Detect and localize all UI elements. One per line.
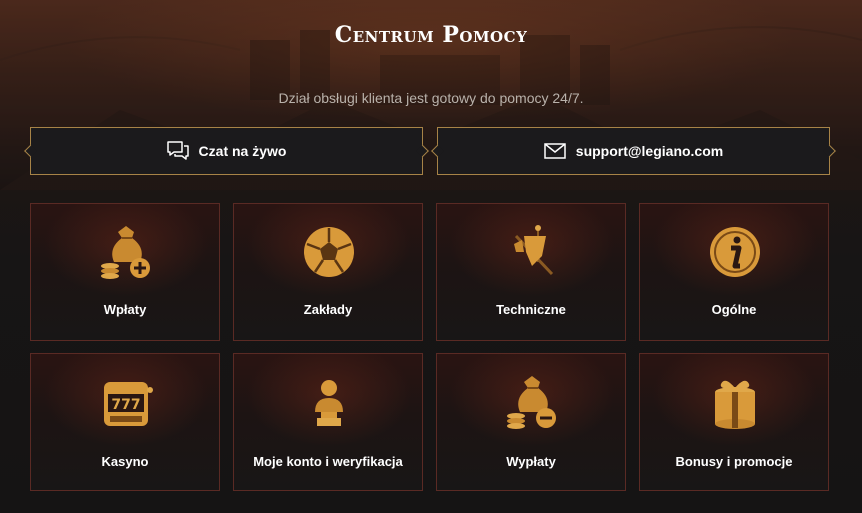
category-label: Kasyno [101,454,149,469]
category-tile-bonuses-promotions[interactable]: Bonusy i promocje [639,353,829,491]
email-support-button[interactable]: support@legiano.com [437,127,830,175]
envelope-icon [544,143,566,159]
category-label: Wypłaty [506,454,556,469]
category-label: Techniczne [496,302,566,317]
money-bag-minus-icon [507,376,556,429]
category-label: Bonusy i promocje [675,454,793,469]
category-tile-technical[interactable]: Techniczne [436,203,626,341]
category-label: Wpłaty [103,302,147,317]
slot-machine-icon: 777 [104,382,153,426]
page-title: Centrum Pomocy [334,22,528,48]
help-center-page: Centrum Pomocy Dział obsługi klienta jes… [0,0,862,513]
category-tile-casino[interactable]: 777 Kasyno [30,353,220,491]
category-label: Ogólne [711,302,757,317]
bust-statue-icon [315,380,343,426]
gift-box-icon [715,380,755,429]
category-tile-withdrawals[interactable]: Wypłaty [436,353,626,491]
football-icon [304,227,354,277]
banner-flag-icon [514,225,554,276]
category-tile-deposits[interactable]: Wpłaty [30,203,220,341]
svg-text:777: 777 [111,397,140,413]
support-availability-text: Dział obsługi klienta jest gotowy do pom… [278,90,584,106]
category-tile-bets[interactable]: Zakłady [233,203,423,341]
category-tile-general[interactable]: Ogólne [639,203,829,341]
money-bag-plus-icon [101,226,150,279]
info-coin-icon [710,227,760,277]
chat-bubbles-icon [166,141,189,160]
live-chat-button[interactable]: Czat na żywo [30,127,423,175]
category-tile-account-verification[interactable]: Moje konto i weryfikacja [233,353,423,491]
email-address-label: support@legiano.com [575,143,724,159]
live-chat-label: Czat na żywo [198,143,287,159]
category-label: Zakłady [303,302,353,317]
category-label: Moje konto i weryfikacja [253,454,403,469]
